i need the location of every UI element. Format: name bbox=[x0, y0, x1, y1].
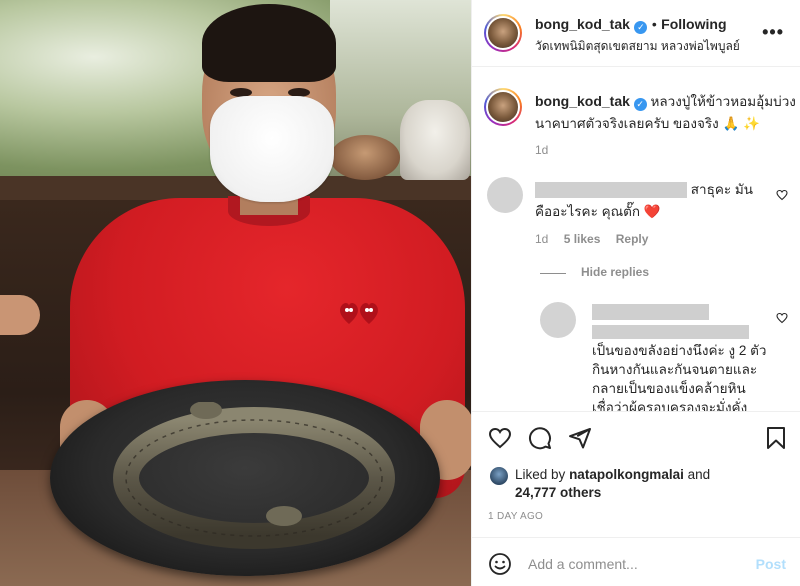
reply-line-4: เชื่อว่าผู้ครอบครองจะมั่งคั่ง bbox=[592, 400, 748, 412]
post-time-ago[interactable]: 1 DAY AGO bbox=[488, 511, 543, 522]
comment-1-block: สาธุคะ มัน คืออะไรคะ คุณตั๊ก ❤️ bbox=[535, 179, 785, 223]
likes-count[interactable]: 24,777 others bbox=[515, 485, 601, 500]
likes-prefix: Liked by bbox=[515, 467, 566, 482]
face-mask bbox=[210, 96, 334, 202]
comment-bubble-icon[interactable] bbox=[528, 426, 552, 450]
verified-badge-icon: ✓ bbox=[634, 21, 648, 34]
comment-1-likes[interactable]: 5 likes bbox=[564, 232, 601, 246]
redacted-username bbox=[535, 182, 687, 199]
author-username[interactable]: bong_kod_tak bbox=[535, 16, 630, 32]
photo-shelf-object bbox=[400, 100, 470, 180]
shirt-heart-logo bbox=[340, 303, 378, 324]
add-comment-input[interactable]: Add a comment... bbox=[528, 556, 638, 572]
liker-username[interactable]: natapolkongmalai bbox=[569, 467, 684, 482]
comment-1-reply-button[interactable]: Reply bbox=[616, 232, 649, 246]
caption-line-1: หลวงปู่ให้ข้าวหอมอุ้มบ่วง bbox=[650, 94, 796, 109]
header-separator: • bbox=[651, 16, 657, 32]
caption-avatar[interactable] bbox=[484, 88, 522, 126]
comment-1-text: สาธุคะ มัน bbox=[690, 182, 753, 197]
share-send-icon[interactable] bbox=[568, 426, 592, 450]
redacted-reply-username bbox=[592, 304, 709, 320]
like-comment-heart-icon[interactable] bbox=[776, 189, 788, 201]
caption-verified-icon: ✓ bbox=[633, 98, 647, 111]
caption-username[interactable]: bong_kod_tak bbox=[535, 93, 630, 109]
author-avatar[interactable] bbox=[484, 14, 522, 52]
comment-1-age: 1d bbox=[535, 232, 549, 246]
like-reply-heart-icon[interactable] bbox=[776, 312, 788, 324]
actions-divider bbox=[472, 411, 800, 412]
likes-summary: Liked by natapolkongmalai and 24,777 oth… bbox=[515, 466, 785, 502]
reply-line-2: กินหางกันและกันจนตายและ bbox=[592, 362, 758, 377]
comment-1-meta: 1d 5 likes Reply bbox=[535, 232, 648, 246]
reply-line-1: เป็นของขลังอย่างนึงค่ะ งู 2 ตัว bbox=[592, 343, 767, 358]
snake-ring bbox=[113, 402, 395, 549]
hide-replies-line bbox=[540, 273, 566, 274]
more-options-icon[interactable]: ••• bbox=[762, 22, 784, 43]
reply-line-3: กลายเป็นของแข็งคล้ายหิน bbox=[592, 381, 746, 396]
post-header-line: bong_kod_tak ✓ • Following bbox=[535, 16, 727, 34]
like-heart-icon[interactable] bbox=[488, 426, 512, 450]
reply-block: เป็นของขลังอย่างนึงค่ะ งู 2 ตัว กินหางกั… bbox=[592, 341, 772, 412]
following-button[interactable]: Following bbox=[661, 16, 726, 32]
hair bbox=[202, 4, 336, 82]
post-location[interactable]: วัดเทพนิมิตสุดเขตสยาม หลวงพ่อไพบูลย์ bbox=[535, 37, 740, 56]
post-details-panel: bong_kod_tak ✓ • Following วัดเทพนิมิตสุ… bbox=[471, 0, 800, 586]
emoji-icon[interactable] bbox=[488, 552, 512, 576]
header-divider bbox=[472, 66, 800, 67]
save-bookmark-icon[interactable] bbox=[765, 426, 787, 450]
reply-avatar[interactable] bbox=[540, 302, 576, 338]
comment-1-line-2: คืออะไรคะ คุณตั๊ก ❤️ bbox=[535, 204, 661, 219]
photo-pointing-hand bbox=[0, 295, 40, 335]
liker-avatar[interactable] bbox=[490, 467, 508, 485]
commenter-avatar[interactable] bbox=[487, 177, 523, 213]
caption-block: bong_kod_tak ✓ หลวงปู่ให้ข้าวหอมอุ้มบ่วง… bbox=[535, 90, 796, 135]
caption-line-2: นาคบาศตัวจริงเลยครับ ของจริง 🙏 ✨ bbox=[535, 116, 760, 131]
hide-replies-button[interactable]: Hide replies bbox=[581, 265, 649, 279]
redacted-reply-text bbox=[592, 325, 749, 339]
post-photo[interactable] bbox=[0, 0, 471, 586]
caption-age: 1d bbox=[535, 143, 549, 157]
comment-input-divider bbox=[472, 537, 800, 538]
post-comment-button[interactable]: Post bbox=[756, 556, 786, 572]
likes-and: and bbox=[687, 467, 711, 482]
